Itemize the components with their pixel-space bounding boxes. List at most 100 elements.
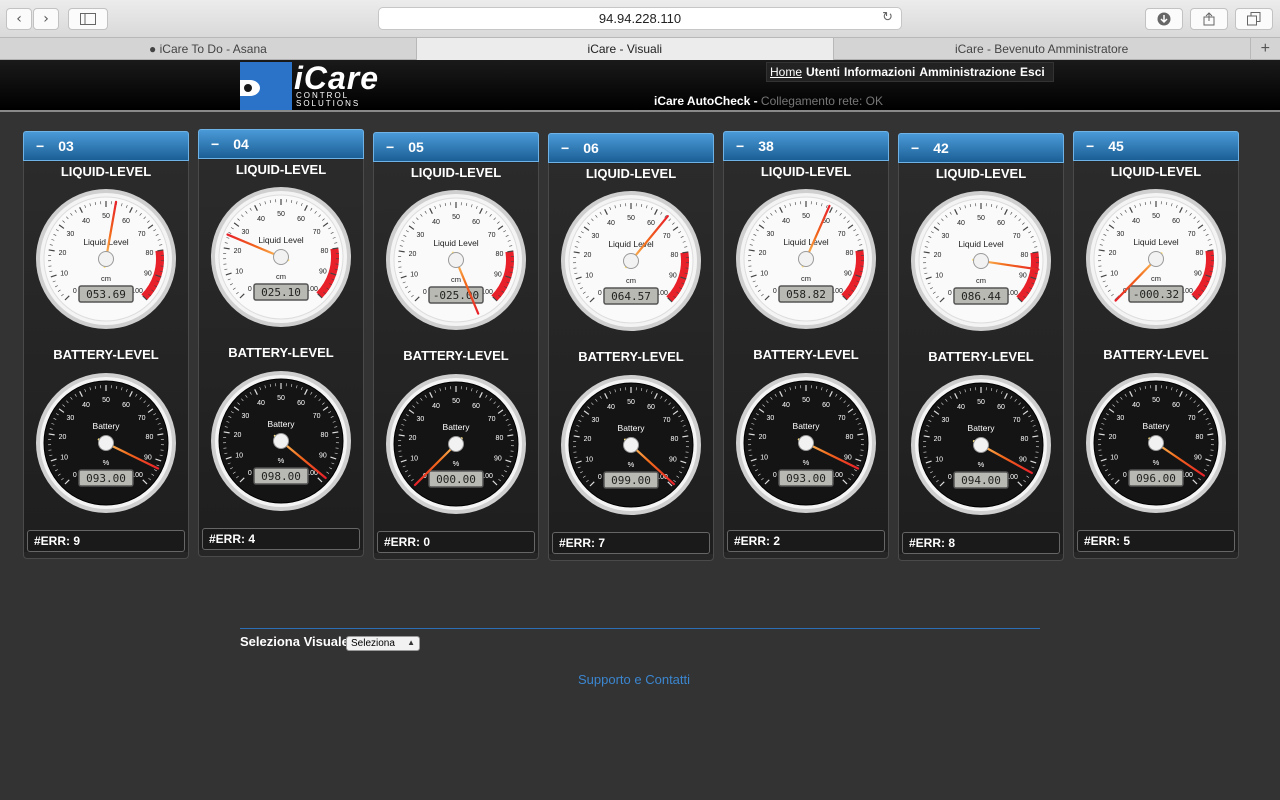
support-link[interactable]: Supporto e Contatti (578, 672, 690, 687)
address-bar[interactable]: 94.94.228.110 ↻ (378, 7, 902, 30)
panel-header[interactable]: −45 (1073, 131, 1239, 161)
tick-label: 80 (146, 250, 154, 257)
tick-label: 90 (1019, 457, 1027, 464)
tick-label: 10 (585, 273, 593, 280)
tab-visuali[interactable]: iCare - Visuali (416, 38, 834, 60)
select-visual-dropdown[interactable]: Seleziona ▲ (346, 636, 420, 651)
nav-esci[interactable]: Esci (1020, 65, 1045, 79)
back-button[interactable]: ‹ (6, 8, 32, 30)
tick-label: 60 (1172, 218, 1180, 225)
tick-label: 30 (767, 415, 775, 422)
liquid-gauge: 0102030405060708090100Liquid Levelcm058.… (736, 189, 876, 329)
tick-label: 30 (942, 233, 950, 240)
tick-label: 0 (423, 289, 427, 296)
tick-label: 40 (432, 403, 440, 410)
battery-lcd-value: 093.00 (786, 472, 826, 485)
nav-informazioni[interactable]: Informazioni (844, 65, 915, 79)
collapse-icon[interactable]: − (386, 139, 394, 155)
battery-level-label: BATTERY-LEVEL (228, 345, 334, 360)
tick-label: 50 (277, 211, 285, 218)
new-tab-button[interactable]: + (1251, 38, 1280, 59)
liquid-gauge-title: Liquid Level (83, 237, 128, 247)
tab-asana[interactable]: ● iCare To Do - Asana (0, 38, 417, 60)
battery-gauge-wrap: 0 10 20 30 40 50 60 70 80 90 100 Battery% 098.00 (210, 370, 352, 512)
tick-label: 20 (1109, 250, 1117, 257)
device-panel-06: −06 LIQUID-LEVEL 0 10 20 30 40 50 60 70 80 90 100 Liq… (548, 133, 714, 561)
sidebar-button[interactable] (68, 8, 108, 30)
collapse-icon[interactable]: − (736, 138, 744, 154)
logo[interactable]: iCare CONTROL SOLUTIONS (240, 60, 388, 110)
tick-label: 30 (242, 229, 250, 236)
tick-label: 20 (409, 251, 417, 258)
liquid-gauge-title: Liquid Level (1133, 237, 1178, 247)
tick-label: 10 (760, 455, 768, 462)
tick-label: 80 (1021, 252, 1029, 259)
tick-label: 70 (488, 416, 496, 423)
battery-gauge: 0102030405060708090100Battery%099.00 (561, 375, 701, 515)
nav-amministrazione[interactable]: Amministrazione (919, 65, 1016, 79)
divider (240, 628, 1040, 629)
tick-label: 50 (1152, 213, 1160, 220)
forward-button[interactable]: › (33, 8, 59, 30)
battery-gauge: 0102030405060708090100Battery%093.00 (736, 373, 876, 513)
tick-label: 30 (1117, 231, 1125, 238)
tick-label: 80 (1021, 436, 1029, 443)
liquid-gauge-wrap: 0 10 20 30 40 50 60 70 80 90 100 Liquid Level cm 086.… (910, 190, 1052, 332)
battery-gauge: 0102030405060708090100Battery%096.00 (1086, 373, 1226, 513)
tick-label: 50 (452, 398, 460, 405)
collapse-icon[interactable]: − (911, 140, 919, 156)
tick-label: 30 (242, 413, 250, 420)
tick-label: 70 (838, 415, 846, 422)
tick-label: 20 (59, 250, 67, 257)
tab-amministratore[interactable]: iCare - Bevenuto Amministratore (834, 38, 1251, 60)
tabs-overview-button[interactable] (1235, 8, 1273, 30)
device-panel-05: −05 LIQUID-LEVEL 0 10 20 30 40 50 60 70 80 90 100 Liq… (373, 132, 539, 560)
tick-label: 70 (1188, 415, 1196, 422)
collapse-icon[interactable]: − (561, 140, 569, 156)
liquid-gauge-unit: cm (976, 276, 986, 285)
battery-gauge: 0102030405060708090100Battery%093.00 (36, 373, 176, 513)
tick-label: 80 (1196, 434, 1204, 441)
battery-gauge-wrap: 0 10 20 30 40 50 60 70 80 90 100 Battery% 094.00 (910, 374, 1052, 516)
collapse-icon[interactable]: − (211, 136, 219, 152)
tick-label: 90 (1194, 455, 1202, 462)
tick-label: 60 (997, 404, 1005, 411)
error-count: #ERR: 0 (377, 531, 535, 553)
tick-label: 30 (67, 415, 75, 422)
tab-bar: ● iCare To Do - Asana iCare - Visuali iC… (0, 38, 1280, 60)
share-button[interactable] (1190, 8, 1228, 30)
panel-header[interactable]: −03 (23, 131, 189, 161)
needle-hub (799, 436, 813, 450)
panel-header[interactable]: −42 (898, 133, 1064, 163)
reload-icon[interactable]: ↻ (882, 10, 893, 25)
battery-gauge-unit: % (803, 458, 810, 467)
tick-label: 40 (257, 400, 265, 407)
needle-hub (624, 254, 638, 268)
collapse-icon[interactable]: − (1086, 138, 1094, 154)
needle-hub (1149, 252, 1163, 266)
panel-header[interactable]: −06 (548, 133, 714, 163)
share-icon (1203, 12, 1215, 26)
tick-label: 30 (67, 231, 75, 238)
liquid-gauge-unit: cm (1151, 274, 1161, 283)
tick-label: 70 (138, 415, 146, 422)
tick-label: 40 (782, 402, 790, 409)
nav-utenti[interactable]: Utenti (806, 65, 840, 79)
tick-label: 20 (584, 252, 592, 259)
battery-lcd-value: 093.00 (86, 472, 126, 485)
tick-label: 50 (102, 213, 110, 220)
tick-label: 10 (1110, 455, 1118, 462)
downloads-button[interactable] (1145, 8, 1183, 30)
logo-subtitle: CONTROL SOLUTIONS (296, 91, 361, 108)
collapse-icon[interactable]: − (36, 138, 44, 154)
liquid-gauge-title: Liquid Level (958, 239, 1003, 249)
tick-label: 10 (935, 457, 943, 464)
tick-label: 10 (235, 453, 243, 460)
tick-label: 70 (1013, 233, 1021, 240)
battery-gauge-title: Battery (443, 422, 471, 432)
panel-header[interactable]: −05 (373, 132, 539, 162)
panel-header[interactable]: −38 (723, 131, 889, 161)
nav-home[interactable]: Home (770, 65, 802, 79)
battery-lcd-value: 096.00 (1136, 472, 1176, 485)
panel-header[interactable]: −04 (198, 129, 364, 159)
